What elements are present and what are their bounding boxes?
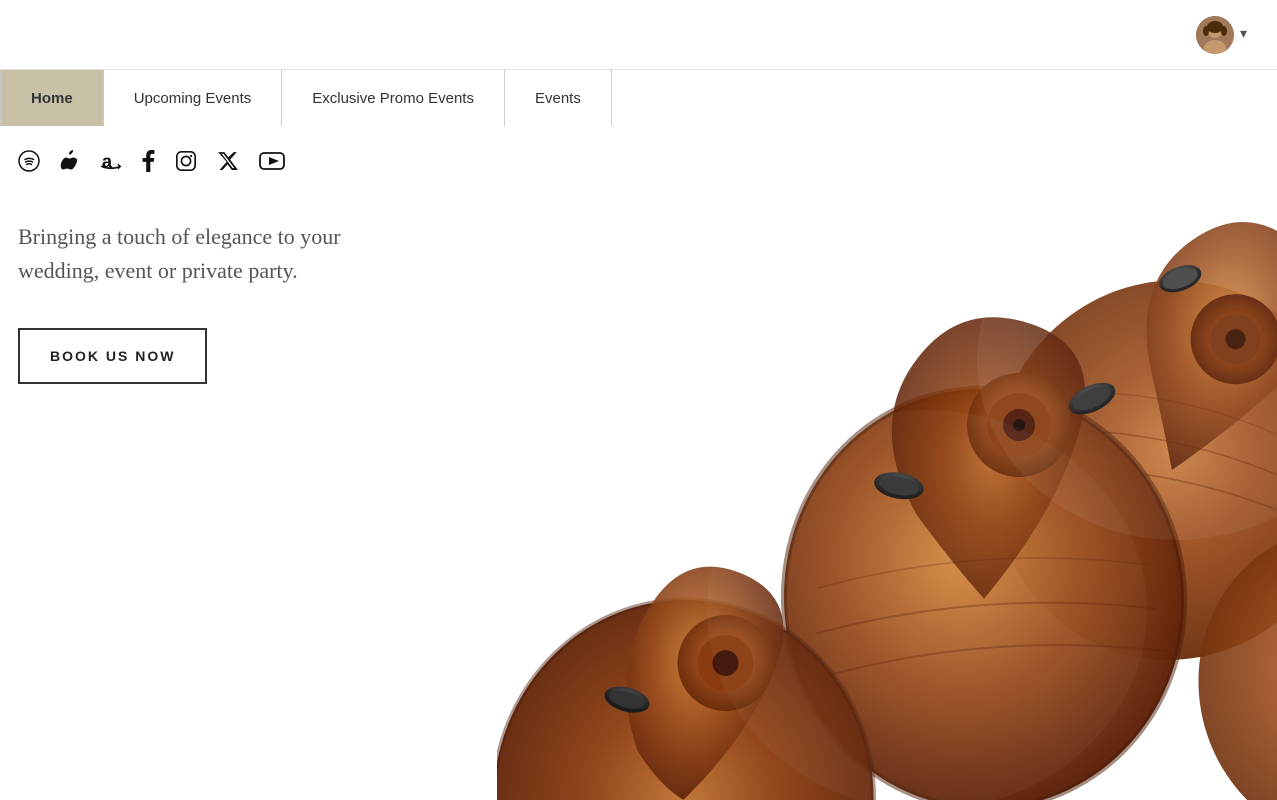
hero-image xyxy=(497,160,1277,800)
nav-item-exclusive-promo[interactable]: Exclusive Promo Events xyxy=(282,70,505,126)
main-nav: Home Upcoming Events Exclusive Promo Eve… xyxy=(0,70,1277,126)
hero-section: Bringing a touch of elegance to your wed… xyxy=(18,220,418,384)
chevron-down-icon: ▾ xyxy=(1240,26,1247,43)
facebook-icon[interactable] xyxy=(142,150,155,172)
nav-item-upcoming-events[interactable]: Upcoming Events xyxy=(104,70,283,126)
nav-item-events[interactable]: Events xyxy=(505,70,612,126)
instagram-icon[interactable] xyxy=(175,150,197,172)
social-bar: a xyxy=(18,150,285,172)
nav-item-home[interactable]: Home xyxy=(0,70,104,126)
spotify-icon[interactable] xyxy=(18,150,40,172)
user-menu[interactable]: ▾ xyxy=(1196,16,1247,54)
avatar xyxy=(1196,16,1234,54)
amazon-icon[interactable]: a xyxy=(100,150,122,172)
twitter-icon[interactable] xyxy=(217,150,239,172)
book-now-button[interactable]: BOOK US NOW xyxy=(18,328,207,384)
top-bar: ▾ xyxy=(0,0,1277,70)
youtube-icon[interactable] xyxy=(259,152,285,170)
hero-tagline: Bringing a touch of elegance to your wed… xyxy=(18,220,418,288)
apple-icon[interactable] xyxy=(60,150,80,172)
